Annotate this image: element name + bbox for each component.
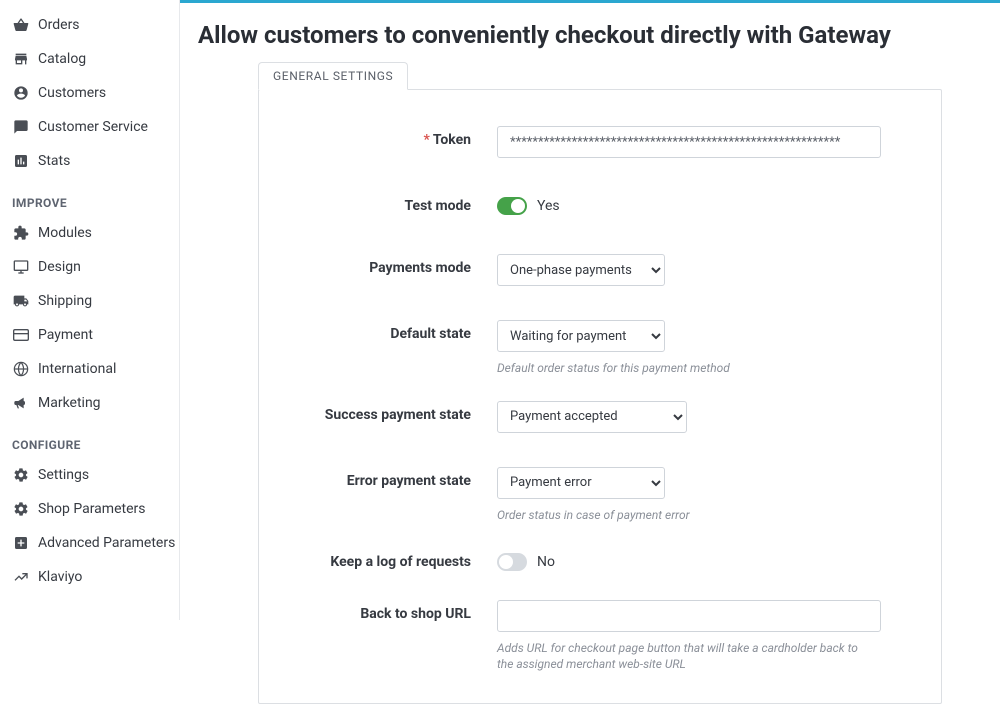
sidebar: Orders Catalog Customers Customer Servic… — [0, 0, 180, 620]
default-state-select[interactable]: Waiting for payment — [497, 320, 665, 352]
payments-mode-label: Payments mode — [287, 254, 471, 276]
accent-line — [180, 0, 1000, 3]
sidebar-item-label: Advanced Parameters — [38, 535, 175, 551]
sidebar-item-orders[interactable]: Orders — [6, 8, 179, 42]
test-mode-toggle[interactable] — [497, 197, 527, 215]
row-back-url: Back to shop URL Adds URL for checkout p… — [287, 600, 913, 674]
row-test-mode: Test mode Yes — [287, 192, 913, 220]
sidebar-item-international[interactable]: International — [6, 352, 179, 386]
back-url-label: Back to shop URL — [287, 600, 471, 622]
sidebar-item-shipping[interactable]: Shipping — [6, 284, 179, 318]
sidebar-item-label: Shipping — [38, 293, 92, 309]
sidebar-item-label: Payment — [38, 327, 93, 343]
error-state-help: Order status in case of payment error — [497, 507, 877, 524]
basket-icon — [10, 17, 32, 33]
sidebar-item-label: Orders — [38, 17, 80, 33]
gear-icon — [10, 467, 32, 483]
keep-log-label: Keep a log of requests — [287, 548, 471, 570]
megaphone-icon — [10, 395, 32, 411]
sidebar-item-label: Modules — [38, 225, 92, 241]
sidebar-item-label: Design — [38, 259, 81, 275]
test-mode-toggle-text: Yes — [537, 198, 560, 214]
required-asterisk: * — [423, 132, 429, 148]
tab-general-settings[interactable]: GENERAL SETTINGS — [258, 62, 408, 90]
store-icon — [10, 51, 32, 67]
success-state-select[interactable]: Payment accepted — [497, 401, 687, 433]
sidebar-item-customer-service[interactable]: Customer Service — [6, 110, 179, 144]
sidebar-item-settings[interactable]: Settings — [6, 458, 179, 492]
settings-panel: GENERAL SETTINGS *Token Test mode Yes — [258, 89, 942, 704]
row-keep-log: Keep a log of requests No — [287, 548, 913, 576]
globe-icon — [10, 361, 32, 377]
gear-icon — [10, 501, 32, 517]
sidebar-item-label: Settings — [38, 467, 89, 483]
token-input[interactable] — [497, 126, 881, 158]
plus-box-icon — [10, 535, 32, 551]
sidebar-item-shop-parameters[interactable]: Shop Parameters — [6, 492, 179, 526]
sidebar-item-design[interactable]: Design — [6, 250, 179, 284]
bar-chart-icon — [10, 153, 32, 169]
sidebar-section-configure: CONFIGURE — [6, 420, 179, 458]
error-state-label: Error payment state — [287, 467, 471, 489]
user-icon — [10, 85, 32, 101]
truck-icon — [10, 293, 32, 309]
sidebar-item-label: Klaviyo — [38, 569, 82, 585]
row-token: *Token — [287, 126, 913, 158]
row-success-state: Success payment state Payment accepted — [287, 401, 913, 433]
trend-icon — [10, 569, 32, 585]
monitor-icon — [10, 259, 32, 275]
payments-mode-select[interactable]: One-phase payments — [497, 254, 665, 286]
test-mode-label: Test mode — [287, 192, 471, 214]
sidebar-item-label: Shop Parameters — [38, 501, 145, 517]
default-state-label: Default state — [287, 320, 471, 342]
sidebar-item-klaviyo[interactable]: Klaviyo — [6, 560, 179, 594]
sidebar-item-advanced-parameters[interactable]: Advanced Parameters — [6, 526, 179, 560]
credit-card-icon — [10, 327, 32, 343]
sidebar-item-marketing[interactable]: Marketing — [6, 386, 179, 420]
row-default-state: Default state Waiting for payment Defaul… — [287, 320, 913, 377]
sidebar-item-customers[interactable]: Customers — [6, 76, 179, 110]
default-state-help: Default order status for this payment me… — [497, 360, 877, 377]
row-error-state: Error payment state Payment error Order … — [287, 467, 913, 524]
sidebar-section-improve: IMPROVE — [6, 178, 179, 216]
sidebar-item-label: Catalog — [38, 51, 86, 67]
chat-icon — [10, 119, 32, 135]
puzzle-icon — [10, 225, 32, 241]
back-url-help: Adds URL for checkout page button that w… — [497, 640, 877, 674]
page-title: Allow customers to conveniently checkout… — [198, 21, 982, 49]
sidebar-item-payment[interactable]: Payment — [6, 318, 179, 352]
sidebar-item-label: Customer Service — [38, 119, 148, 135]
main-content: Allow customers to conveniently checkout… — [180, 0, 1000, 620]
sidebar-item-label: Marketing — [38, 395, 101, 411]
sidebar-item-stats[interactable]: Stats — [6, 144, 179, 178]
keep-log-toggle[interactable] — [497, 553, 527, 571]
sidebar-item-catalog[interactable]: Catalog — [6, 42, 179, 76]
sidebar-item-label: Customers — [38, 85, 106, 101]
sidebar-item-label: Stats — [38, 153, 70, 169]
row-payments-mode: Payments mode One-phase payments — [287, 254, 913, 286]
success-state-label: Success payment state — [287, 401, 471, 423]
sidebar-item-modules[interactable]: Modules — [6, 216, 179, 250]
back-url-input[interactable] — [497, 600, 881, 632]
error-state-select[interactable]: Payment error — [497, 467, 665, 499]
keep-log-toggle-text: No — [537, 554, 555, 570]
sidebar-item-label: International — [38, 361, 116, 377]
token-label: *Token — [287, 126, 471, 148]
